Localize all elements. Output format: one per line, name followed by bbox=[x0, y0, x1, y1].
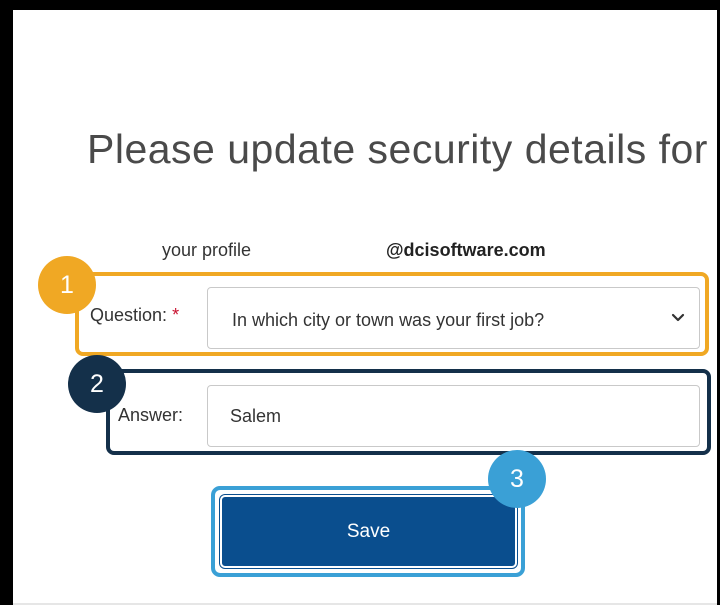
callout-badge-1: 1 bbox=[38, 256, 96, 314]
profile-label: your profile bbox=[162, 240, 252, 260]
answer-input[interactable] bbox=[207, 385, 700, 447]
question-label-text: Question: bbox=[90, 305, 168, 325]
save-button[interactable]: Save bbox=[220, 495, 517, 568]
answer-label: Answer: bbox=[118, 405, 184, 425]
security-question-value: In which city or town was your first job… bbox=[232, 310, 545, 330]
callout-badge-2: 2 bbox=[68, 355, 126, 413]
callout-badge-3: 3 bbox=[488, 450, 546, 508]
required-marker: * bbox=[172, 305, 180, 325]
page-heading: Please update security details for bbox=[87, 126, 708, 172]
question-label: Question: * bbox=[90, 305, 179, 326]
chevron-down-icon bbox=[671, 313, 685, 322]
security-question-select[interactable]: In which city or town was your first job… bbox=[207, 287, 700, 349]
profile-domain: @dcisoftware.com bbox=[386, 240, 546, 260]
